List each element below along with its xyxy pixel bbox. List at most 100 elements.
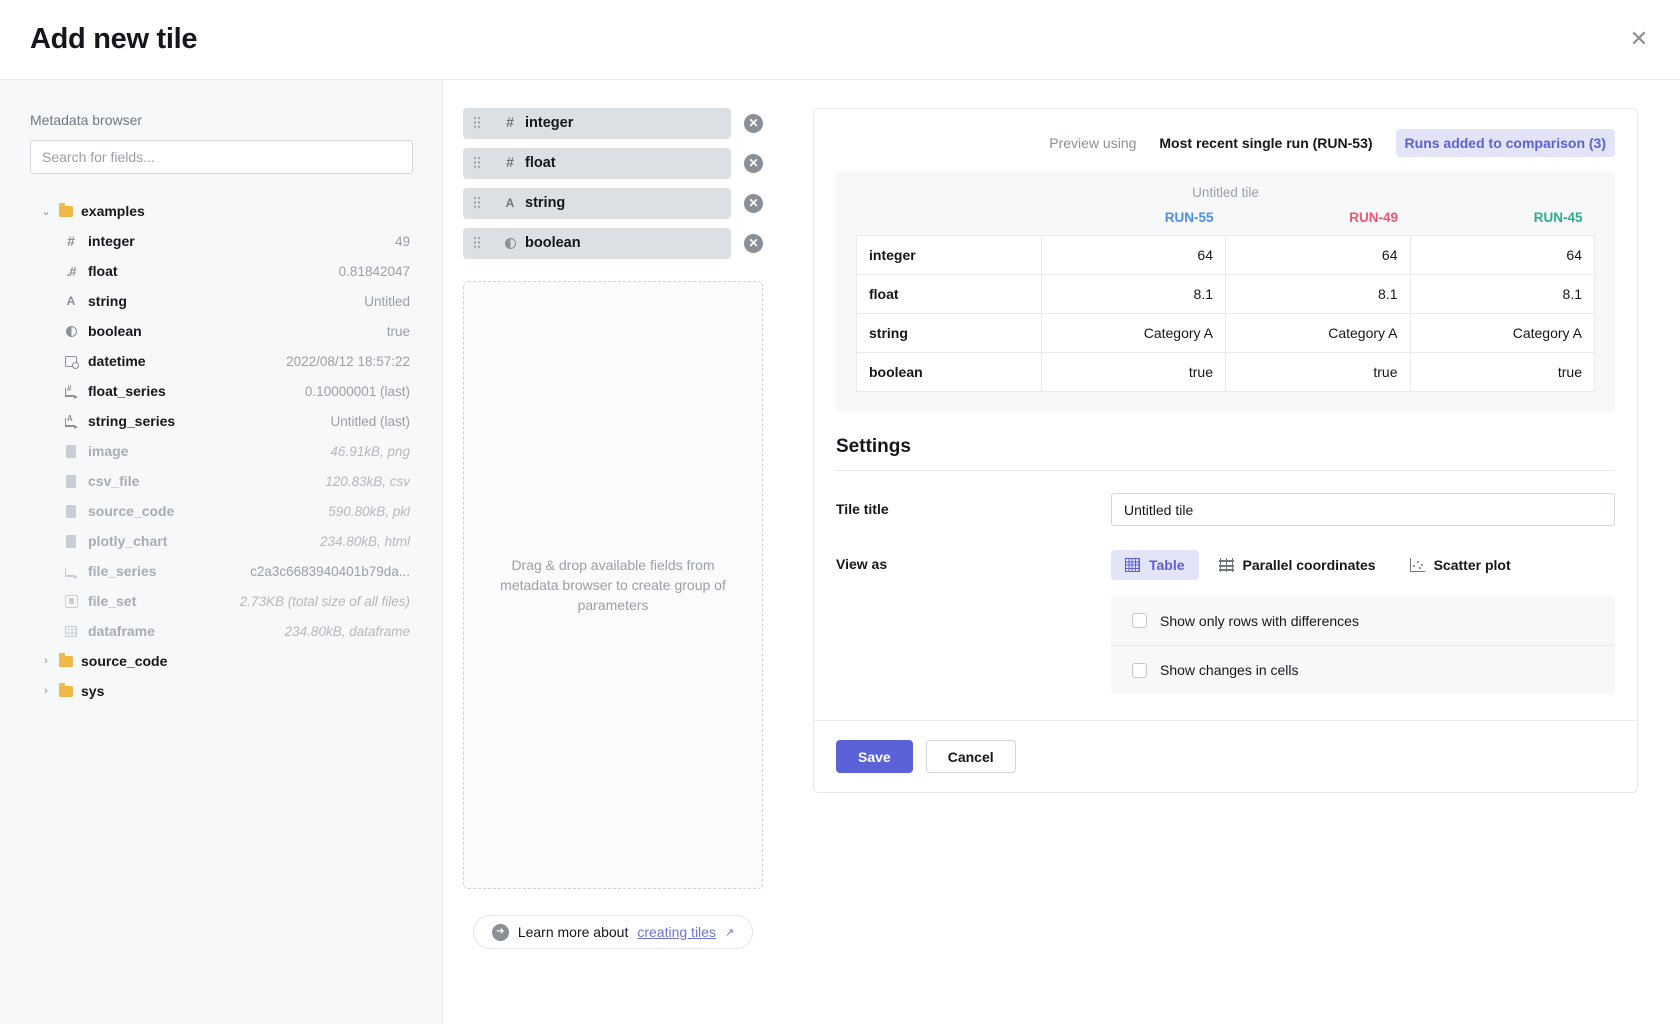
preview-row-field: integer [856,235,1042,275]
external-link-icon: ↗ [724,926,735,939]
checkbox-icon[interactable] [1132,613,1147,628]
tree-field-value: 2022/08/12 18:57:22 [286,353,410,369]
tree-field-image[interactable]: image 46.91kB, png [30,436,412,466]
tree-field-file_series[interactable]: file_series c2a3c6683940401b79da... [30,556,412,586]
selected-field-chip[interactable]: float [463,148,731,178]
preview-column-header: RUN-55 [1164,210,1214,225]
tree-field-value: true [386,323,410,339]
checkbox-row[interactable]: Show only rows with differences [1111,596,1615,645]
dialog-footer: Save Cancel [814,720,1637,792]
tree-field-plotly_chart[interactable]: plotly_chart 234.80kB, html [30,526,412,556]
selected-field-chip-row: boolean ✕ [463,228,763,258]
tree-field-boolean[interactable]: boolean true [30,316,412,346]
preview-cell-value: true [1225,352,1411,392]
preview-cell-value: true [1040,352,1226,392]
drag-handle-icon[interactable] [473,236,481,250]
file-icon [63,534,79,548]
string-icon [503,194,517,212]
close-icon[interactable]: ✕ [1620,20,1658,58]
chevron-down-icon[interactable]: ⌄ [41,206,51,218]
remove-field-icon[interactable]: ✕ [744,233,763,253]
tree-field-label: float [88,263,118,279]
checkbox-label: Show changes in cells [1160,662,1299,678]
selected-field-chip[interactable]: integer [463,108,731,138]
remove-field-icon[interactable]: ✕ [744,153,763,173]
chevron-right-icon[interactable]: › [41,685,51,697]
preview-row-field: float [856,274,1042,314]
preview-cell-value: 8.1 [1040,274,1226,314]
drag-drop-zone[interactable]: Drag & drop available fields from metada… [463,281,763,889]
selected-field-chip-row: float ✕ [463,148,763,178]
creating-tiles-link[interactable]: creating tiles [637,924,716,940]
string-icon [63,294,79,308]
tree-folder-sys[interactable]: › sys [30,676,412,706]
tree-field-label: float_series [88,383,166,399]
chevron-right-icon[interactable]: › [41,655,51,667]
float-series-icon: # [63,384,79,399]
preview-option-comparison-runs[interactable]: Runs added to comparison (3) [1395,129,1615,157]
cancel-button[interactable]: Cancel [925,740,1016,773]
drag-handle-icon[interactable] [473,116,481,130]
tree-field-value: 590.80kB, pkl [328,503,410,519]
file-series-icon [63,565,79,579]
tree-field-value: 49 [394,233,410,249]
view-as-option-scatter-plot[interactable]: Scatter plot [1396,550,1525,580]
tile-title-input[interactable] [1111,493,1615,526]
tree-folder-examples[interactable]: ⌄ examples [30,196,412,226]
preview-column-header: RUN-45 [1533,210,1583,225]
selected-field-chip[interactable]: string [463,188,731,218]
tree-field-dataframe[interactable]: dataframe 234.80kB, dataframe [30,616,412,646]
table-row: integer 64 64 64 [856,235,1595,275]
tree-field-value: 46.91kB, png [330,443,410,459]
tree-field-datetime[interactable]: datetime 2022/08/12 18:57:22 [30,346,412,376]
preview-settings-card: Preview using Most recent single run (RU… [813,108,1638,793]
tree-field-string[interactable]: string Untitled [30,286,412,316]
tile-title-row: Tile title [836,493,1615,526]
tree-field-csv_file[interactable]: csv_file 120.83kB, csv [30,466,412,496]
selected-field-label: string [525,195,566,211]
tree-field-string_series[interactable]: Astring_series Untitled (last) [30,406,412,436]
search-input[interactable] [30,140,413,174]
learn-more-pill[interactable]: ➜ Learn more about creating tiles ↗ [472,915,754,949]
file-icon [63,444,79,458]
preview-cell-value: 64 [1409,235,1595,275]
preview-cell-value: Category A [1409,313,1595,353]
preview-option-single-run[interactable]: Most recent single run (RUN-53) [1150,129,1381,157]
drag-handle-icon[interactable] [473,196,481,210]
page-title: Add new tile [30,23,198,55]
tree-field-label: image [88,443,129,459]
tree-folder-label: examples [81,203,145,219]
remove-field-icon[interactable]: ✕ [744,113,763,133]
preview-table: RUN-55 RUN-49 RUN-45 integer 64 64 64 float 8.1… [856,210,1595,392]
tree-field-float[interactable]: float 0.81842047 [30,256,412,286]
checkbox-icon[interactable] [1132,662,1147,678]
preview-cell-value: 64 [1040,235,1226,275]
checkbox-row[interactable]: Show changes in cells [1111,645,1615,694]
calendar-icon [63,355,79,369]
tree-field-file_set[interactable]: file_set 2.73KB (total size of all files) [30,586,412,616]
view-as-option-table[interactable]: Table [1111,550,1199,580]
hash-icon [503,154,517,172]
drag-handle-icon[interactable] [473,156,481,170]
tile-title-label: Tile title [836,501,889,517]
view-as-row: View as Table Parallel coordinates Scatter… [836,548,1615,694]
tree-field-integer[interactable]: integer 49 [30,226,412,256]
remove-field-icon[interactable]: ✕ [744,193,763,213]
tree-field-float_series[interactable]: # float_series 0.10000001 (last) [30,376,412,406]
table-row: boolean true true true [856,352,1595,392]
view-as-option-parallel-coordinates[interactable]: Parallel coordinates [1205,550,1390,580]
tree-field-label: integer [88,233,135,249]
tree-field-label: string [88,293,127,309]
tree-field-source_code[interactable]: source_code 590.80kB, pkl [30,496,412,526]
preview-cell-value: Category A [1040,313,1226,353]
selected-field-chip[interactable]: boolean [463,228,731,258]
tree-folder-source_code[interactable]: › source_code [30,646,412,676]
folder-icon [59,203,73,217]
file-set-icon [63,594,79,608]
tree-field-value: Untitled (last) [330,413,410,429]
tree-field-value: 0.81842047 [338,263,410,279]
table-icon [1125,558,1140,572]
selected-field-label: float [525,155,556,171]
hash-icon [503,114,517,132]
save-button[interactable]: Save [836,740,913,773]
